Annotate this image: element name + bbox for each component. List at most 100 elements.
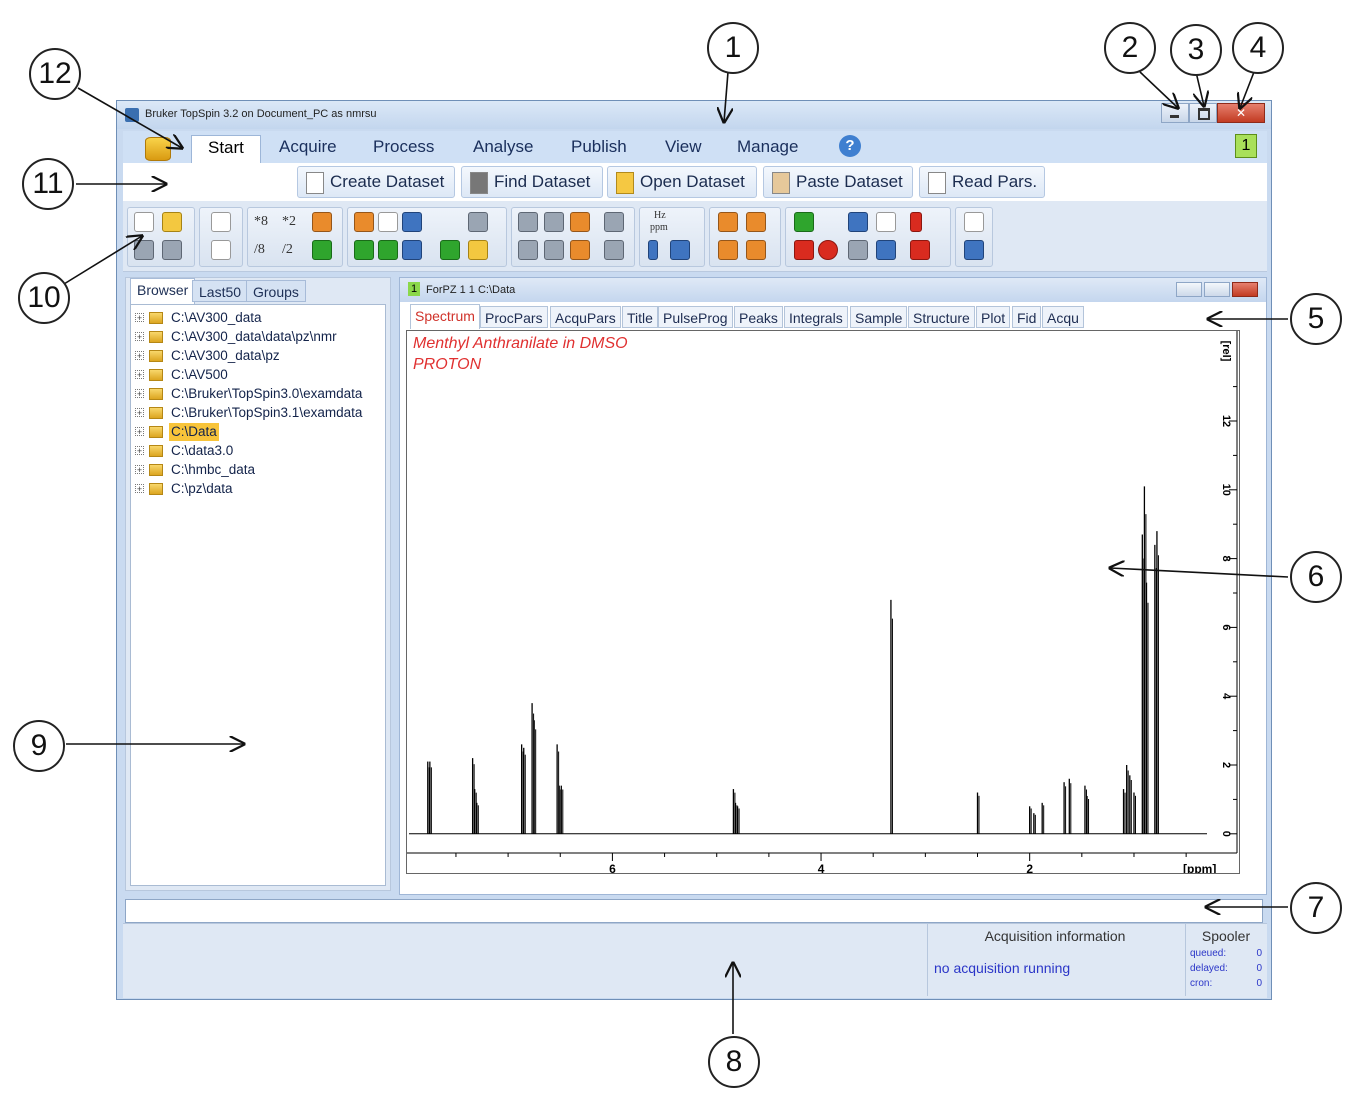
database-menu-icon[interactable] (145, 137, 171, 161)
menu-process[interactable]: Process (373, 137, 434, 157)
dataset-title-bar[interactable]: 1 ForPZ 1 1 C:\Data (400, 278, 1266, 302)
peak-overlay-icon[interactable] (746, 240, 766, 260)
expand-icon[interactable]: + (135, 484, 144, 494)
tab-browser[interactable]: Browser (130, 278, 196, 304)
tab-fid[interactable]: Fid (1012, 306, 1042, 328)
fid-icon[interactable] (848, 212, 868, 232)
open-folder-icon[interactable] (162, 212, 182, 232)
expand-icon[interactable]: + (135, 446, 144, 456)
menu-publish[interactable]: Publish (571, 137, 627, 157)
menu-acquire[interactable]: Acquire (279, 137, 337, 157)
dataset-tree[interactable]: + C:\AV300_data + C:\AV300_data\data\pz\… (130, 304, 386, 886)
minimize-button[interactable] (1161, 103, 1189, 123)
record-stop-icon[interactable] (794, 240, 814, 260)
arrow-left-icon[interactable] (518, 240, 538, 260)
multiplet-icon[interactable] (718, 212, 738, 232)
expand-icon[interactable]: + (135, 389, 144, 399)
scale-div2-button[interactable]: /2 (282, 242, 293, 262)
shift-right-icon[interactable] (544, 212, 564, 232)
grid-view-icon[interactable] (211, 240, 231, 260)
command-line-input[interactable] (125, 899, 1263, 923)
tab-pulseprog[interactable]: PulseProg (658, 306, 733, 328)
vertical-scale-icon[interactable] (312, 240, 332, 260)
zoom-in-icon[interactable] (354, 240, 374, 260)
ppm-range-icon[interactable] (378, 212, 398, 232)
menu-manage[interactable]: Manage (737, 137, 798, 157)
scale-div8-button[interactable]: /8 (254, 242, 265, 262)
dataset-minimize-button[interactable] (1176, 282, 1202, 297)
expand-icon[interactable]: + (135, 332, 144, 342)
tab-title[interactable]: Title (622, 306, 658, 328)
expand-icon[interactable]: + (135, 351, 144, 361)
timer-icon[interactable] (876, 212, 896, 232)
reset-intensity-icon[interactable] (312, 212, 332, 232)
expand-icon[interactable]: + (135, 370, 144, 380)
tab-structure[interactable]: Structure (908, 306, 975, 328)
multiplet-x-icon[interactable] (746, 212, 766, 232)
drag-icon[interactable] (570, 240, 590, 260)
tab-groups[interactable]: Groups (246, 280, 306, 302)
scale-mul8-button[interactable]: *8 (254, 214, 268, 234)
play-icon[interactable] (794, 212, 814, 232)
double-chevron-up-icon[interactable] (964, 240, 984, 260)
save-icon[interactable] (134, 240, 154, 260)
tab-integrals[interactable]: Integrals (784, 306, 848, 328)
spooler-icon[interactable] (848, 240, 868, 260)
zoom-back-icon[interactable] (402, 240, 422, 260)
create-dataset-button[interactable]: Create Dataset (297, 166, 455, 198)
zoom-settings-icon[interactable] (468, 212, 488, 232)
new-icon[interactable] (134, 212, 154, 232)
tab-spectrum[interactable]: Spectrum (410, 304, 480, 329)
menu-analyse[interactable]: Analyse (473, 137, 533, 157)
move-down-icon[interactable] (604, 240, 624, 260)
grid-icon[interactable] (670, 240, 690, 260)
new-file-icon (306, 172, 324, 194)
paste-dataset-button[interactable]: Paste Dataset (763, 166, 913, 198)
dataset-restore-button[interactable] (1204, 282, 1230, 297)
peak-pick-icon[interactable] (718, 240, 738, 260)
close-button[interactable]: ✕ (1217, 103, 1265, 123)
hand-icon[interactable] (570, 212, 590, 232)
menu-start[interactable]: Start (191, 135, 261, 164)
maximize-button[interactable] (1189, 103, 1217, 123)
stop-icon[interactable] (818, 240, 838, 260)
scale-mul2-button[interactable]: *2 (282, 214, 296, 234)
shift-left-icon[interactable] (518, 212, 538, 232)
expand-icon[interactable] (440, 240, 460, 260)
y-tick-label: 12 (1220, 415, 1232, 427)
pulse-icon[interactable] (910, 212, 922, 232)
zoom-out-icon[interactable] (378, 240, 398, 260)
expand-icon[interactable]: + (135, 427, 144, 437)
tab-peaks[interactable]: Peaks (734, 306, 783, 328)
print-icon[interactable] (162, 240, 182, 260)
expand-icon[interactable]: + (135, 313, 144, 323)
tab-procpars[interactable]: ProcPars (480, 306, 548, 328)
spectrum-plot[interactable]: 6 4 2 [ppm] 0 2 4 6 8 10 12 [rel] (407, 331, 1239, 873)
blank-icon[interactable] (964, 212, 984, 232)
spectrum-display[interactable]: Menthyl Anthranilate in DMSO PROTON 6 4 2[… (406, 330, 1240, 874)
bar-chart-icon[interactable] (468, 240, 488, 260)
tab-plot[interactable]: Plot (976, 306, 1011, 328)
dataset-close-button[interactable] (1232, 282, 1258, 297)
arrow-right-icon[interactable] (544, 240, 564, 260)
tab-sample[interactable]: Sample (850, 306, 908, 328)
find-dataset-button[interactable]: Find Dataset (461, 166, 603, 198)
read-pars-button[interactable]: Read Pars. (919, 166, 1045, 198)
help-icon[interactable]: ? (839, 135, 861, 157)
title-bar[interactable]: Bruker TopSpin 3.2 on Document_PC as nmr… (117, 101, 1271, 129)
expand-icon[interactable]: + (135, 465, 144, 475)
move-up-icon[interactable] (604, 212, 624, 232)
transfer-icon[interactable] (876, 240, 896, 260)
axis-icon[interactable] (648, 240, 658, 260)
tab-acqupars[interactable]: AcquPars (550, 306, 621, 328)
pulse-sequence-icon[interactable] (910, 240, 930, 260)
reset-zoom-icon[interactable] (354, 212, 374, 232)
open-dataset-button[interactable]: Open Dataset (607, 166, 757, 198)
expand-icon[interactable]: + (135, 408, 144, 418)
full-range-icon[interactable] (402, 212, 422, 232)
tab-last50[interactable]: Last50 (192, 280, 249, 302)
full-view-icon[interactable] (211, 212, 231, 232)
menu-view[interactable]: View (665, 137, 702, 157)
tab-acqu[interactable]: Acqu (1042, 306, 1084, 328)
ppm-label[interactable]: ppm (650, 222, 668, 242)
